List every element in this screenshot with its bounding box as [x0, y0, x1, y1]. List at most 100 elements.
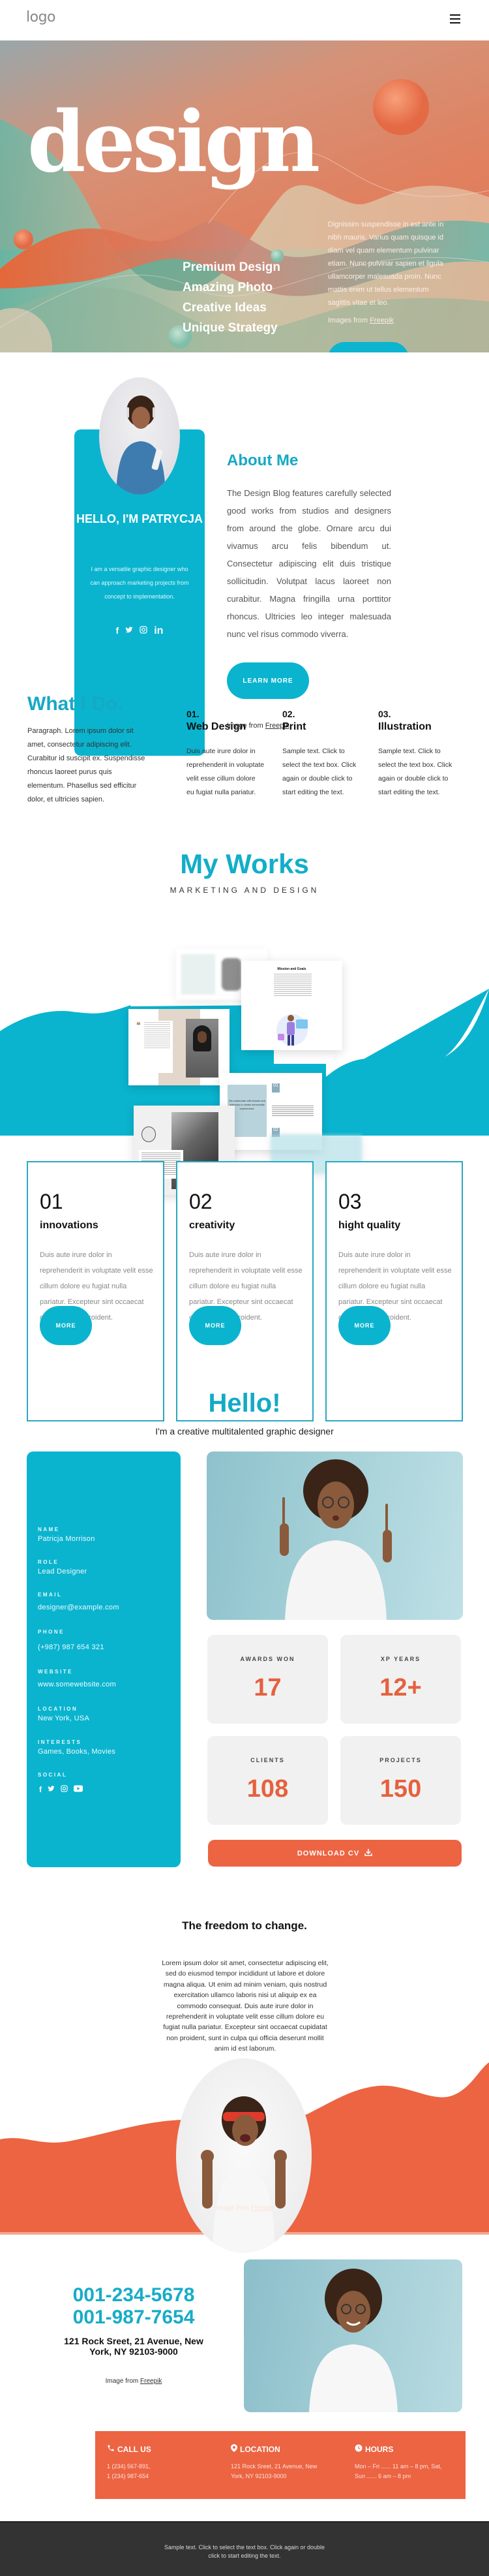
info-item: ROLE Lead Designer: [38, 1559, 87, 1575]
feature-more-button[interactable]: MORE: [40, 1306, 92, 1345]
info-label: LOCATION: [38, 1706, 78, 1712]
hero-feature: Premium Design: [183, 260, 280, 274]
page: logo design Premium Design Amazing Photo…: [0, 0, 489, 2576]
stat-card: XP YEARS 12+: [340, 1635, 461, 1724]
hello-title: Hello!: [208, 1389, 281, 1418]
info-value: Games, Books, Movies: [38, 1748, 116, 1756]
info-value: (+987) 987 654 321: [38, 1643, 104, 1651]
hero-feature: Creative Ideas: [183, 301, 267, 315]
hero-credit: Images from Freepik: [328, 317, 394, 324]
service-item: 03. Illustration Sample text. Click to s…: [378, 708, 456, 799]
download-cv-button[interactable]: DOWNLOAD CV: [208, 1840, 462, 1867]
linkedin-icon[interactable]: in: [154, 625, 163, 637]
credit-prefix: Image from: [105, 2378, 140, 2385]
freedom-credit: Image from Freepik: [0, 2205, 489, 2212]
contact-column-title: HOURS: [365, 2444, 394, 2454]
feature-number: 03: [338, 1190, 362, 1213]
about-card-title: HELLO, I'M PATRYCJA: [76, 512, 203, 525]
feature-title: creativity: [189, 1220, 235, 1231]
contact-info-bar: CALL US 1 (234) 567-891, 1 (234) 987-654…: [95, 2431, 466, 2499]
freepik-link[interactable]: Freepik: [370, 317, 394, 324]
contact-phones: 001-234-5678 001-987-7654: [39, 2284, 228, 2329]
hero-learn-more-button[interactable]: LEARN MORE: [328, 342, 409, 352]
info-value[interactable]: designer@example.com: [38, 1604, 119, 1611]
about-profile-photo: [99, 377, 180, 495]
freedom-photo: [176, 2058, 312, 2253]
contact-column: HOURS Mon – Fri ...... 11 am – 8 pm, Sat…: [355, 2444, 472, 2481]
service-text: Sample text. Click to select the text bo…: [282, 747, 357, 796]
service-title: Illustration: [378, 721, 432, 732]
freepik-link[interactable]: Freepik: [251, 2205, 273, 2212]
map-pin-icon: [231, 2444, 237, 2454]
contact-line: Sun ...... 6 am – 8 pm: [355, 2473, 411, 2479]
about-learn-more-button[interactable]: LEARN MORE: [227, 662, 309, 699]
feature-more-button[interactable]: MORE: [189, 1306, 241, 1345]
hero-description: Dignissim suspendisse in est ante in nib…: [328, 221, 444, 307]
about-title: About Me: [227, 452, 299, 469]
stat-card: AWARDS WON 17: [207, 1635, 328, 1724]
contact-address: 121 Rock Sreet, 21 Avenue, New York, NY …: [64, 2336, 203, 2357]
works-title: My Works: [180, 848, 309, 879]
hero-section: design Premium Design Amazing Photo Crea…: [0, 40, 489, 352]
info-label: ROLE: [38, 1559, 59, 1565]
hero-feature-list: Premium Design Amazing Photo Creative Id…: [183, 261, 280, 342]
service-text: Duis aute irure dolor in reprehenderit i…: [186, 747, 265, 796]
feature-card: 01 innovations Duis aute irure dolor in …: [27, 1161, 164, 1421]
contact-line: Mon – Fri ...... 11 am – 8 pm, Sat,: [355, 2463, 442, 2470]
person-pointing-up-illustration: [280, 1459, 392, 1620]
stat-value: 108: [246, 1775, 289, 1803]
stat-value: 17: [254, 1674, 282, 1701]
info-value[interactable]: www.somewebsite.com: [38, 1681, 116, 1688]
service-item: 01. Web Design Duis aute irure dolor in …: [186, 708, 265, 799]
instagram-icon[interactable]: [61, 1785, 68, 1794]
freepik-link[interactable]: Freepik: [140, 2378, 162, 2385]
info-item: SOCIAL: [38, 1772, 67, 1778]
contact-phone-1[interactable]: 001-234-5678: [39, 2284, 228, 2306]
feature-more-button[interactable]: MORE: [338, 1306, 391, 1345]
youtube-icon[interactable]: [74, 1785, 83, 1794]
works-subtitle: MARKETING AND DESIGN: [170, 886, 319, 895]
contact-phone-2[interactable]: 001-987-7654: [39, 2306, 228, 2329]
service-title: Web Design: [186, 721, 246, 732]
feature-number: 01: [40, 1190, 63, 1213]
service-title: Print: [282, 721, 306, 732]
contact-line: 1 (234) 987-654: [107, 2473, 149, 2479]
hamburger-icon[interactable]: [450, 14, 460, 23]
stat-label: XP YEARS: [380, 1656, 421, 1662]
person-celebrating-illustration: [201, 2096, 287, 2253]
facebook-icon[interactable]: f: [116, 625, 119, 637]
stat-label: AWARDS WON: [240, 1656, 295, 1662]
feature-title: hight quality: [338, 1220, 401, 1231]
hero-title: design: [27, 93, 320, 191]
work-shot-quote-portrait[interactable]: ❝: [128, 1009, 230, 1085]
quote-icon: ❝: [136, 1021, 141, 1030]
info-item: WEBSITE www.somewebsite.com: [38, 1669, 116, 1688]
logo[interactable]: logo: [26, 9, 56, 25]
footer: Sample text. Click to select the text bo…: [0, 2521, 489, 2576]
stat-label: PROJECTS: [379, 1757, 422, 1763]
profile-info-card: [27, 1451, 181, 1867]
service-item: 02. Print Sample text. Click to select t…: [282, 708, 361, 799]
service-number: 02.: [282, 709, 295, 719]
twitter-icon[interactable]: [125, 625, 133, 637]
instagram-icon[interactable]: [140, 625, 147, 637]
what-i-do-title: What I Do.: [27, 693, 123, 715]
contact-line: 121 Rock Sreet, 21 Avenue, New: [231, 2463, 318, 2470]
header: logo: [0, 0, 489, 40]
info-label: INTERESTS: [38, 1739, 82, 1745]
about-card-text: I am a versatile graphic designer who ca…: [90, 566, 189, 600]
twitter-icon[interactable]: [48, 1785, 55, 1794]
contact-line: 1 (234) 567-891,: [107, 2463, 151, 2470]
contact-column-title: CALL US: [117, 2444, 151, 2454]
facebook-icon[interactable]: f: [39, 1785, 42, 1794]
what-i-do-text: Paragraph. Lorem ipsum dolor sit amet, c…: [27, 727, 145, 803]
info-label: EMAIL: [38, 1592, 63, 1598]
feature-card: 03 hight quality Duis aute irure dolor i…: [325, 1161, 463, 1421]
info-label: SOCIAL: [38, 1772, 68, 1778]
footer-text: Sample text. Click to select the text bo…: [164, 2544, 325, 2559]
work-shot-mission-and-goals[interactable]: Mission and Goals: [241, 961, 342, 1050]
info-item: PHONE (+987) 987 654 321: [38, 1629, 104, 1651]
contact-column-title: LOCATION: [240, 2444, 280, 2454]
stat-value: 150: [379, 1775, 422, 1803]
info-item: INTERESTS Games, Books, Movies: [38, 1739, 115, 1756]
